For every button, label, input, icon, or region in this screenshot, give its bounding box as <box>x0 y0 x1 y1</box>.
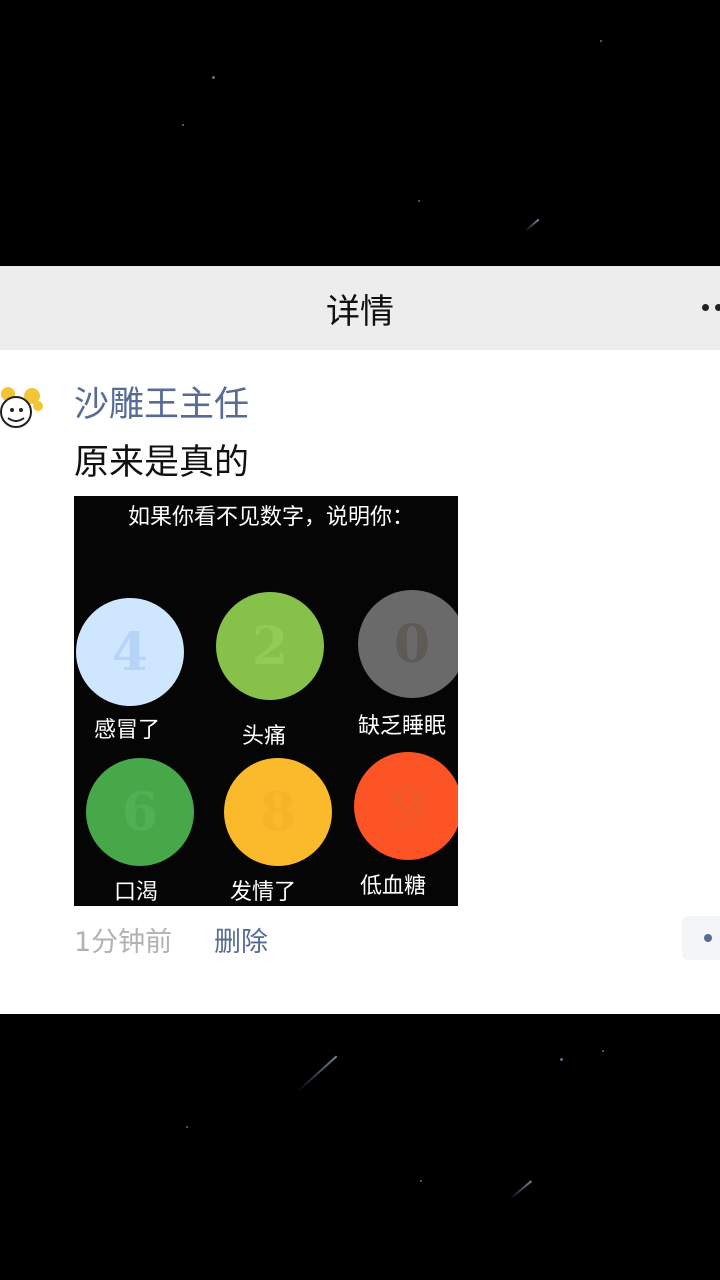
more-dots-icon[interactable] <box>698 300 720 314</box>
hidden-digit: 9 <box>389 775 427 837</box>
avatar-cartoon-icon <box>0 387 43 428</box>
star <box>182 124 184 126</box>
star <box>418 200 420 202</box>
color-circle-9: 9 <box>354 752 458 860</box>
post-author-name[interactable]: 沙雕王主任 <box>74 376 249 427</box>
circle-label: 缺乏睡眠 <box>358 714 447 739</box>
color-circle-4: 4 <box>76 598 184 706</box>
star <box>212 76 215 79</box>
hidden-digit: 6 <box>121 781 159 843</box>
hidden-digit: 0 <box>393 613 431 675</box>
detail-header: 详情 <box>0 266 720 350</box>
star <box>186 1126 188 1128</box>
circle-label: 低血糖 <box>360 874 427 899</box>
image-caption: 如果你看不见数字，说明你： <box>128 505 415 530</box>
circle-label: 发情了 <box>230 880 297 905</box>
star <box>600 40 602 42</box>
post-timestamp: 1分钟前 <box>74 927 173 958</box>
hidden-digit: 8 <box>259 781 297 843</box>
star <box>560 1058 563 1061</box>
hidden-digit: 4 <box>111 621 149 683</box>
comment-dots-icon[interactable] <box>682 916 720 960</box>
star <box>602 1050 604 1052</box>
circle-label: 头痛 <box>242 724 287 749</box>
moment-detail-card: 沙雕王主任 原来是真的 如果你看不见数字，说明你： 4 感冒了 2 头痛 0 缺… <box>0 350 720 1014</box>
color-circle-0: 0 <box>358 590 458 698</box>
page-title: 详情 <box>326 291 394 332</box>
hidden-digit: 2 <box>251 615 289 677</box>
star <box>420 1180 422 1182</box>
star-streak <box>509 1180 533 1200</box>
avatar[interactable] <box>0 382 44 442</box>
circle-label: 口渴 <box>114 880 159 905</box>
color-circle-6: 6 <box>86 758 194 866</box>
post-text: 原来是真的 <box>74 443 250 483</box>
color-circle-2: 2 <box>216 592 324 700</box>
star-streak <box>524 218 540 232</box>
color-circle-8: 8 <box>224 758 332 866</box>
star-streak <box>297 1055 338 1092</box>
post-image[interactable]: 如果你看不见数字，说明你： 4 感冒了 2 头痛 0 缺乏睡眠 6 口渴 8 发… <box>74 496 458 906</box>
delete-button[interactable]: 删除 <box>214 920 268 959</box>
circle-label: 感冒了 <box>94 718 161 743</box>
